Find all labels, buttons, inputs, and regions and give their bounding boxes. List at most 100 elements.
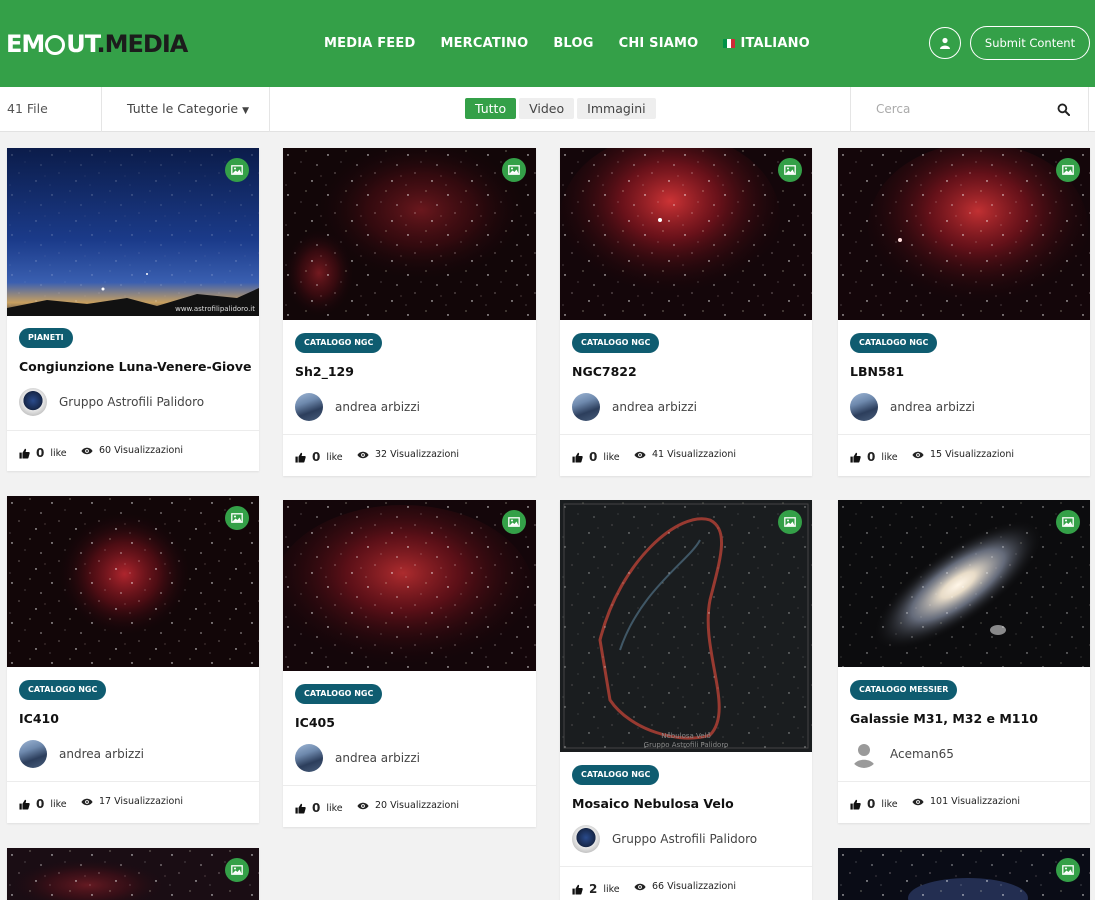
card-thumbnail[interactable] (838, 848, 1090, 900)
like-count: 2 (589, 882, 598, 896)
category-badge[interactable]: CATALOGO NGC (850, 333, 938, 353)
card-thumbnail[interactable] (283, 500, 536, 671)
like-button[interactable]: 0 like (295, 450, 343, 464)
like-label: like (50, 447, 67, 459)
main-nav: MEDIA FEED MERCATINO BLOG CHI SIAMO ITAL… (324, 36, 810, 51)
card-thumbnail[interactable] (838, 500, 1090, 667)
nav-mercatino[interactable]: MERCATINO (440, 36, 528, 51)
category-badge[interactable]: CATALOGO NGC (295, 684, 383, 704)
card-author[interactable]: Gruppo Astrofili Palidoro (19, 388, 204, 416)
card-title[interactable]: IC410 (19, 711, 59, 726)
logo-part-ut: UT (66, 30, 97, 58)
card-thumbnail[interactable] (7, 496, 259, 667)
like-button[interactable]: 0 like (572, 450, 620, 464)
nav-chi-siamo[interactable]: CHI SIAMO (619, 36, 699, 51)
like-button[interactable]: 0 like (850, 797, 898, 811)
card-thumbnail[interactable] (838, 148, 1090, 320)
tab-video[interactable]: Video (519, 98, 575, 119)
image-type-icon (225, 158, 249, 182)
media-card: CATALOGO NGC NGC7822 andrea arbizzi 0 lik… (560, 148, 812, 476)
tab-immagini[interactable]: Immagini (577, 98, 656, 119)
category-badge[interactable]: CATALOGO NGC (295, 333, 383, 353)
card-thumbnail[interactable] (7, 848, 259, 900)
view-count: 41 Visualizzazioni (634, 449, 736, 460)
card-thumbnail[interactable] (560, 148, 812, 320)
like-count: 0 (589, 450, 598, 464)
views-label: 101 Visualizzazioni (930, 796, 1021, 807)
avatar (572, 393, 600, 421)
search-icon[interactable] (1057, 103, 1070, 116)
image-type-icon (1056, 510, 1080, 534)
card-title[interactable]: Sh2_129 (295, 364, 354, 379)
views-label: 41 Visualizzazioni (652, 449, 737, 460)
nav-label: BLOG (553, 36, 594, 51)
eye-icon (634, 883, 646, 891)
like-button[interactable]: 0 like (19, 797, 67, 811)
card-thumbnail[interactable]: www.astrofilipalidoro.it (7, 148, 259, 316)
nav-blog[interactable]: BLOG (553, 36, 593, 51)
card-thumbnail[interactable] (283, 148, 536, 320)
thumbs-up-icon (850, 799, 861, 810)
card-title[interactable]: LBN581 (850, 364, 904, 379)
card-footer: 0 like 20 Visualizzazioni (283, 785, 536, 827)
card-author[interactable]: Gruppo Astrofili Palidoro (572, 825, 757, 853)
category-badge[interactable]: CATALOGO NGC (572, 765, 660, 785)
site-logo[interactable]: EM UT.MEDIA (6, 28, 188, 60)
nav-label: CHI SIAMO (618, 36, 699, 51)
card-author[interactable]: andrea arbizzi (572, 393, 697, 421)
category-badge[interactable]: PIANETI (19, 328, 73, 348)
view-count: 60 Visualizzazioni (81, 445, 183, 456)
avatar (19, 388, 47, 416)
nav-language[interactable]: ITALIANO (723, 36, 810, 51)
card-author[interactable]: andrea arbizzi (295, 393, 420, 421)
nav-media-feed[interactable]: MEDIA FEED (324, 36, 415, 51)
card-footer: 0 like 15 Visualizzazioni (838, 434, 1090, 476)
divider (850, 87, 851, 132)
card-author[interactable]: Aceman65 (850, 740, 954, 768)
like-label: like (50, 798, 67, 810)
submit-content-button[interactable]: Submit Content (970, 26, 1090, 60)
category-badge[interactable]: CATALOGO MESSIER (850, 680, 958, 700)
divider (269, 87, 270, 132)
avatar (295, 744, 323, 772)
card-footer: 2 like 66 Visualizzazioni (560, 866, 812, 900)
search-input[interactable] (866, 95, 1046, 123)
card-title[interactable]: Mosaico Nebulosa Velo (572, 796, 734, 811)
like-label: like (603, 451, 620, 463)
views-label: 66 Visualizzazioni (652, 881, 737, 892)
like-count: 0 (312, 801, 321, 815)
category-badge[interactable]: CATALOGO NGC (19, 680, 107, 700)
like-button[interactable]: 0 like (295, 801, 343, 815)
like-label: like (326, 802, 343, 814)
like-button[interactable]: 0 like (850, 450, 898, 464)
eye-icon (357, 802, 369, 810)
category-dropdown[interactable]: Tutte le Categorie ▼ (127, 101, 249, 116)
card-title[interactable]: IC405 (295, 715, 335, 730)
image-type-icon (1056, 858, 1080, 882)
card-thumbnail[interactable]: Nebulosa Velo Gruppo Astrofili Palidoro (560, 500, 812, 752)
like-count: 0 (312, 450, 321, 464)
tab-tutto[interactable]: Tutto (465, 98, 517, 119)
card-footer: 0 like 17 Visualizzazioni (7, 781, 259, 823)
card-author[interactable]: andrea arbizzi (850, 393, 975, 421)
thumbs-up-icon (572, 884, 583, 895)
like-count: 0 (867, 797, 876, 811)
card-title[interactable]: Congiunzione Luna-Venere-Giove (19, 359, 251, 374)
like-button[interactable]: 0 like (19, 446, 67, 460)
user-account-button[interactable] (929, 27, 961, 59)
card-title[interactable]: Galassie M31, M32 e M110 (850, 711, 1038, 726)
eye-icon (912, 451, 924, 459)
globe-icon (45, 35, 66, 55)
divider (101, 87, 102, 132)
card-title[interactable]: NGC7822 (572, 364, 637, 379)
view-count: 66 Visualizzazioni (634, 881, 736, 892)
author-name: andrea arbizzi (612, 400, 697, 414)
media-card: CATALOGO MESSIER Galassie M31, M32 e M11… (838, 500, 1090, 823)
views-label: 32 Visualizzazioni (375, 449, 460, 460)
card-author[interactable]: andrea arbizzi (295, 744, 420, 772)
views-label: 17 Visualizzazioni (99, 796, 184, 807)
like-button[interactable]: 2 like (572, 882, 620, 896)
card-author[interactable]: andrea arbizzi (19, 740, 144, 768)
image-type-icon (225, 858, 249, 882)
category-badge[interactable]: CATALOGO NGC (572, 333, 660, 353)
